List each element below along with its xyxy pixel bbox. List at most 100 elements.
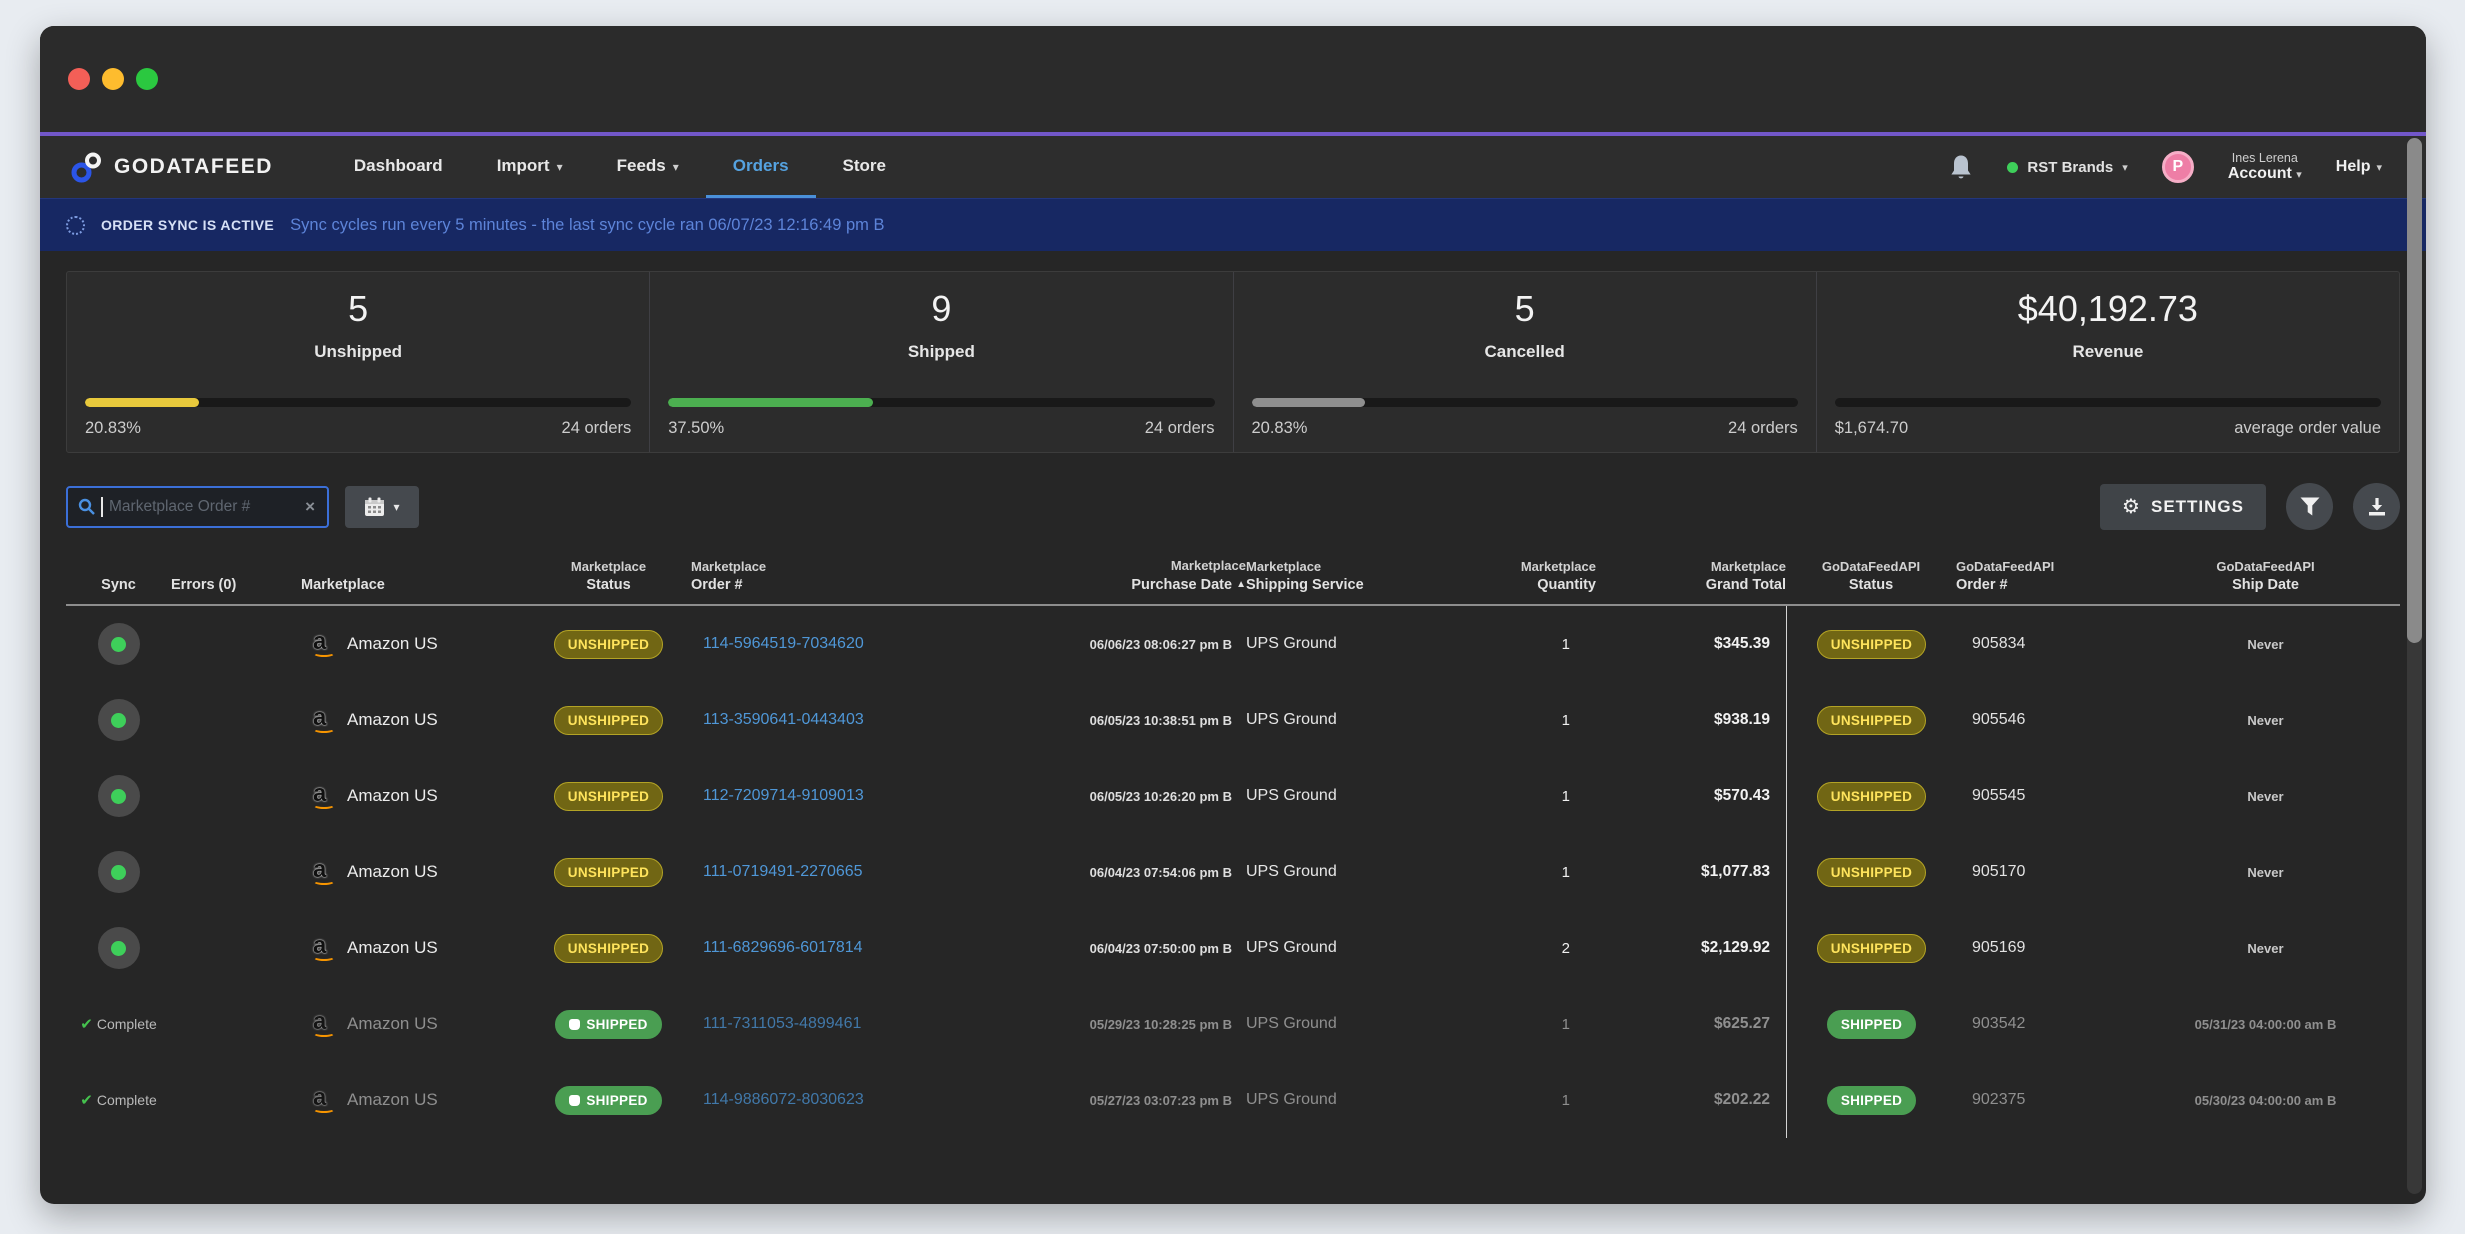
stat-card: 5 Unshipped 20.83% 24 orders — [67, 272, 649, 452]
column-header[interactable]: Sync ▲ — [66, 576, 171, 595]
sync-message: Sync cycles run every 5 minutes - the la… — [290, 216, 884, 235]
amazon-icon: a — [313, 631, 337, 657]
sync-status-button[interactable] — [98, 623, 140, 665]
package-icon — [569, 1019, 580, 1030]
ship-date-cell: Never — [2131, 789, 2400, 804]
sync-status-button[interactable] — [98, 927, 140, 969]
nav-item[interactable]: Store ▾ — [816, 136, 913, 198]
avatar[interactable]: P — [2162, 151, 2194, 183]
marketplace-status-cell: SHIPPED — [526, 1010, 691, 1039]
ship-date-cell: Never — [2131, 941, 2400, 956]
chevron-down-icon: ▾ — [673, 160, 679, 174]
godatafeed-status-label: UNSHIPPED — [1831, 865, 1912, 880]
marketplace-status-label: SHIPPED — [586, 1017, 647, 1032]
stat-percent: 20.83% — [85, 419, 141, 438]
sync-spinner-icon — [66, 216, 85, 235]
column-header[interactable]: MarketplaceStatus ▲ — [526, 557, 691, 595]
progress-bar — [1835, 398, 2381, 407]
godatafeed-status-cell: UNSHIPPED — [1786, 834, 1956, 910]
grand-total-cell: $1,077.83 — [1596, 863, 1786, 881]
nav-item[interactable]: Import ▾ — [470, 136, 590, 198]
scrollbar[interactable] — [2407, 138, 2422, 1194]
notifications-bell-icon[interactable] — [1949, 154, 1973, 180]
account-label: Account — [2228, 165, 2292, 182]
column-header[interactable]: MarketplaceShipping Service ▲ — [1246, 557, 1466, 595]
sync-status-button[interactable] — [98, 775, 140, 817]
column-header[interactable]: MarketplaceQuantity ▲ — [1466, 557, 1596, 595]
progress-fill — [85, 398, 199, 407]
column-group-label: Marketplace — [1246, 557, 1466, 576]
godatafeed-status-label: UNSHIPPED — [1831, 713, 1912, 728]
column-group-label: Marketplace — [1596, 557, 1786, 576]
store-switcher[interactable]: RST Brands ▾ — [2007, 159, 2127, 176]
column-header[interactable]: MarketplacePurchase Date ▲ — [981, 556, 1246, 595]
column-header[interactable]: GoDataFeedAPIShip Date ▲ — [2131, 557, 2400, 595]
account-menu[interactable]: Ines Lerena Account ▾ — [2228, 151, 2302, 183]
quantity-cell: 1 — [1466, 636, 1596, 653]
column-group-label: Marketplace — [981, 556, 1246, 575]
ship-date-cell: Never — [2131, 713, 2400, 728]
quantity-cell: 1 — [1466, 1092, 1596, 1109]
marketplace-order-link[interactable]: 111-7311053-4899461 — [703, 1015, 861, 1032]
app-logo[interactable]: GODATAFEED — [70, 136, 273, 198]
window-minimize-button[interactable] — [102, 68, 124, 90]
window-maximize-button[interactable] — [136, 68, 158, 90]
scrollbar-thumb[interactable] — [2407, 138, 2422, 643]
clear-search-icon[interactable]: × — [303, 497, 317, 517]
nav-item[interactable]: Feeds ▾ — [590, 136, 706, 198]
sync-status-label: ORDER SYNC IS ACTIVE — [101, 217, 274, 233]
status-badge: Cancelled — [1466, 336, 1582, 368]
column-label: Marketplace — [301, 577, 385, 593]
progress-bar — [85, 398, 631, 407]
marketplace-order-link[interactable]: 114-5964519-7034620 — [703, 635, 864, 652]
grand-total-cell: $938.19 — [1596, 711, 1786, 729]
amazon-icon: a — [313, 935, 337, 961]
marketplace-status-cell: UNSHIPPED — [526, 630, 691, 659]
sync-status-button[interactable] — [98, 699, 140, 741]
sync-status-button[interactable] — [98, 851, 140, 893]
nav-item-label: Orders — [733, 156, 789, 176]
column-header[interactable]: GoDataFeedAPIOrder # ▲ — [1956, 557, 2131, 595]
marketplace-order-link[interactable]: 113-3590641-0443403 — [703, 711, 864, 728]
sync-green-dot-icon — [111, 941, 126, 956]
nav-item[interactable]: Dashboard ▾ — [327, 136, 470, 198]
amazon-icon: a — [313, 859, 337, 885]
marketplace-status-label: SHIPPED — [586, 1093, 647, 1108]
column-header[interactable]: GoDataFeedAPIStatus ▲ — [1786, 557, 1956, 595]
stat-percent: $1,674.70 — [1835, 419, 1908, 438]
marketplace-status-badge: UNSHIPPED — [554, 630, 663, 659]
sync-green-dot-icon — [111, 865, 126, 880]
column-header[interactable]: Marketplace ▲ — [301, 576, 526, 595]
marketplace-order-link[interactable]: 114-9886072-8030623 — [703, 1091, 864, 1108]
grand-total-cell: $625.27 — [1596, 1015, 1786, 1033]
table-row: ✔ a Amazon US — [66, 910, 2400, 986]
stats-cards: 5 Unshipped 20.83% 24 orders 9 Shipped — [66, 271, 2400, 453]
marketplace-status-badge: UNSHIPPED — [554, 782, 663, 811]
marketplace-order-link[interactable]: 112-7209714-9109013 — [703, 787, 864, 804]
date-range-button[interactable]: ▾ — [345, 486, 419, 528]
nav-menu: Dashboard ▾ Import ▾ Feeds ▾ Orders ▾ — [327, 136, 913, 198]
orders-table-header: Sync ▲ Errors (0) ▲ Marketplace ▲ Market… — [66, 556, 2400, 606]
window-close-button[interactable] — [68, 68, 90, 90]
marketplace-status-label: UNSHIPPED — [568, 637, 649, 652]
orders-table-body: ✔ a Amazon US — [66, 606, 2400, 1138]
marketplace-order-link[interactable]: 111-0719491-2270665 — [703, 863, 863, 880]
export-download-button[interactable] — [2353, 483, 2400, 530]
marketplace-status-badge: SHIPPED — [555, 1010, 661, 1039]
filter-button[interactable] — [2286, 483, 2333, 530]
column-header[interactable]: MarketplaceOrder # ▲ — [691, 557, 981, 595]
help-menu[interactable]: Help ▾ — [2336, 158, 2382, 176]
marketplace-order-cell: 113-3590641-0443403 — [691, 711, 981, 729]
godatafeed-order-cell: 902375 — [1956, 1091, 2131, 1109]
grand-total-cell: $202.22 — [1596, 1091, 1786, 1109]
column-header[interactable]: Errors (0) ▲ — [171, 576, 301, 595]
column-group-label: Marketplace — [691, 557, 981, 576]
settings-button[interactable]: ⚙ SETTINGS — [2100, 484, 2266, 530]
column-header[interactable]: MarketplaceGrand Total ▲ — [1596, 557, 1786, 595]
nav-item[interactable]: Orders ▾ — [706, 136, 816, 198]
marketplace-name: Amazon US — [347, 634, 438, 654]
marketplace-order-cell: 111-0719491-2270665 — [691, 863, 981, 881]
marketplace-order-link[interactable]: 111-6829696-6017814 — [703, 939, 863, 956]
search-input[interactable] — [109, 498, 297, 516]
table-row: ✔ a Amazon US — [66, 834, 2400, 910]
